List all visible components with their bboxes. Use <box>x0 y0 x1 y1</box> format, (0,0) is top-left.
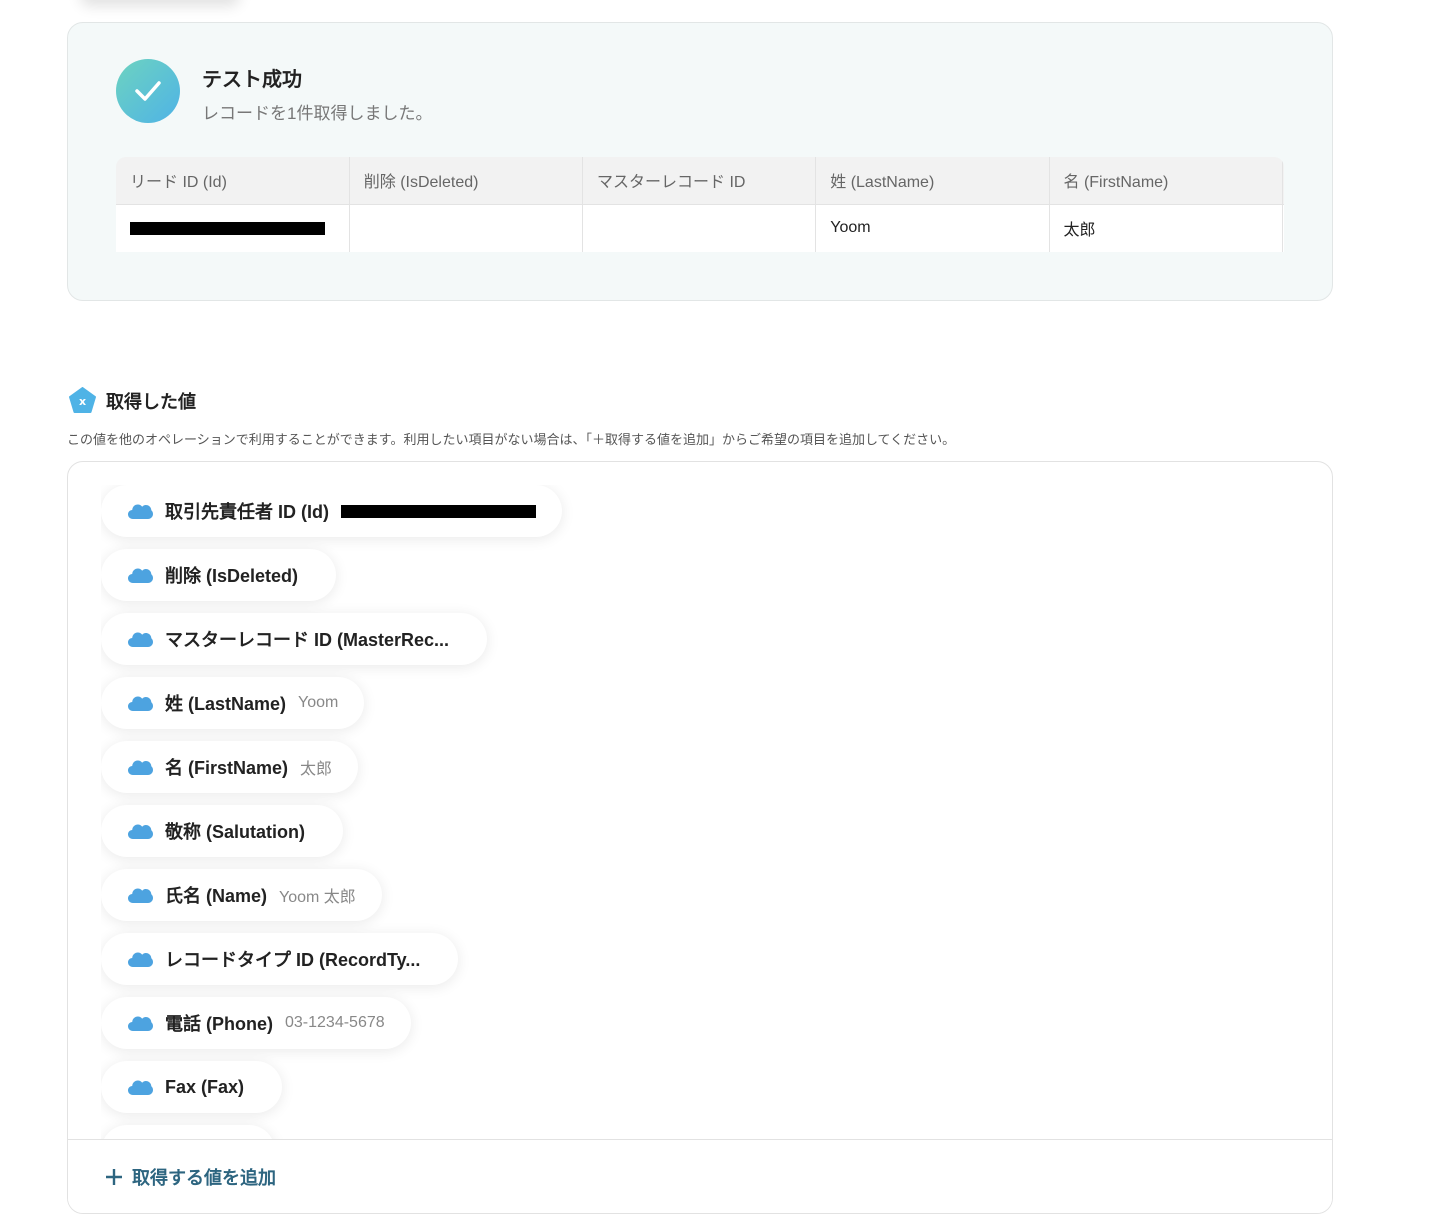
result-table[interactable]: リード ID (Id) 削除 (IsDeleted) マスターレコード ID 姓… <box>116 157 1284 253</box>
field-pill[interactable]: レコードタイプ ID (RecordTy... <box>101 933 459 985</box>
field-value: Yoom <box>298 694 339 711</box>
redacted-value <box>130 221 325 235</box>
fields-list[interactable]: 取引先責任者 ID (Id) 削除 (IsDeleted) マスターレコード ID … <box>101 485 1332 1141</box>
field-pill[interactable]: マスターレコード ID (MasterRec... <box>101 613 488 665</box>
salesforce-cloud-icon <box>128 760 153 775</box>
field-label: 姓 (LastName) <box>165 694 287 714</box>
salesforce-cloud-icon <box>128 952 153 967</box>
field-value: 太郎 <box>300 761 333 778</box>
field-pill[interactable]: 取引先責任者 ID (Id) <box>101 485 562 537</box>
table-header-row: リード ID (Id) 削除 (IsDeleted) マスターレコード ID 姓… <box>116 157 1284 205</box>
table-cell: Yoom <box>815 204 1050 252</box>
section-description: この値を他のオペレーションで利用することができます。利用したい項目がない場合は、… <box>67 432 956 447</box>
field-pill[interactable]: 姓 (LastName) Yoom <box>101 677 365 729</box>
field-pill[interactable]: 電話 (Phone) 03-1234-5678 <box>101 997 411 1049</box>
table-cell <box>116 204 350 252</box>
field-label: レコードタイプ ID (RecordTy... <box>165 950 421 970</box>
salesforce-cloud-icon <box>128 632 153 647</box>
field-pill[interactable]: 名 (FirstName) 太郎 <box>101 741 359 793</box>
field-label: 敬称 (Salutation) <box>165 822 305 842</box>
column-header: 姓 (LastName) <box>815 157 1050 205</box>
section-title: 取得した値 <box>106 391 196 412</box>
field-label: 電話 (Phone) <box>165 1014 273 1034</box>
table-cell <box>349 204 584 252</box>
field-pill[interactable]: 敬称 (Salutation) <box>101 805 343 857</box>
salesforce-cloud-icon <box>128 696 153 711</box>
test-result-card: テスト成功 レコードを1件取得しました。 リード ID (Id) 削除 (IsD… <box>67 22 1333 301</box>
table-row: Yoom 太郎 <box>116 204 1284 252</box>
salesforce-cloud-icon <box>128 1080 153 1095</box>
field-pill[interactable]: 氏名 (Name) Yoom 太郎 <box>101 869 382 921</box>
field-label: 取引先責任者 ID (Id) <box>165 502 329 522</box>
result-title: テスト成功 <box>202 69 302 91</box>
salesforce-cloud-icon <box>128 888 153 903</box>
field-label: Fax (Fax) <box>165 1076 245 1097</box>
add-value-label: 取得する値を追加 <box>132 1167 276 1188</box>
field-label: マスターレコード ID (MasterRec... <box>165 630 450 650</box>
field-label: 削除 (IsDeleted) <box>165 566 299 586</box>
field-label: 名 (FirstName) <box>165 758 289 778</box>
field-value: 03-1234-5678 <box>285 1014 385 1031</box>
table-cell: 太郎 <box>1049 204 1283 252</box>
column-header: マスターレコード ID <box>582 157 817 205</box>
redacted-value <box>341 504 536 518</box>
field-value: Yoom 太郎 <box>279 889 356 906</box>
success-check-icon <box>116 59 180 123</box>
variable-icon: x <box>69 387 96 413</box>
salesforce-cloud-icon <box>128 1016 153 1031</box>
svg-text:x: x <box>79 395 86 408</box>
result-message: レコードを1件取得しました。 <box>202 104 433 123</box>
fetched-values-panel: 取引先責任者 ID (Id) 削除 (IsDeleted) マスターレコード ID … <box>67 461 1333 1214</box>
field-pill[interactable]: Fax (Fax) <box>101 1061 283 1113</box>
column-header: 名 (FirstName) <box>1049 157 1283 205</box>
column-header: 削除 (IsDeleted) <box>349 157 584 205</box>
salesforce-cloud-icon <box>128 504 153 519</box>
table-cell <box>582 204 817 252</box>
table-cell <box>1282 204 1284 252</box>
column-header: 敬称 <box>1282 157 1284 205</box>
add-value-button[interactable]: 取得する値を追加 <box>68 1139 1332 1213</box>
plus-icon <box>106 1168 122 1185</box>
salesforce-cloud-icon <box>128 568 153 583</box>
field-pill[interactable]: 削除 (IsDeleted) <box>101 549 337 601</box>
column-header: リード ID (Id) <box>116 157 350 205</box>
salesforce-cloud-icon <box>128 824 153 839</box>
section-header: x 取得した値 <box>69 387 196 414</box>
field-label: 氏名 (Name) <box>165 886 268 906</box>
